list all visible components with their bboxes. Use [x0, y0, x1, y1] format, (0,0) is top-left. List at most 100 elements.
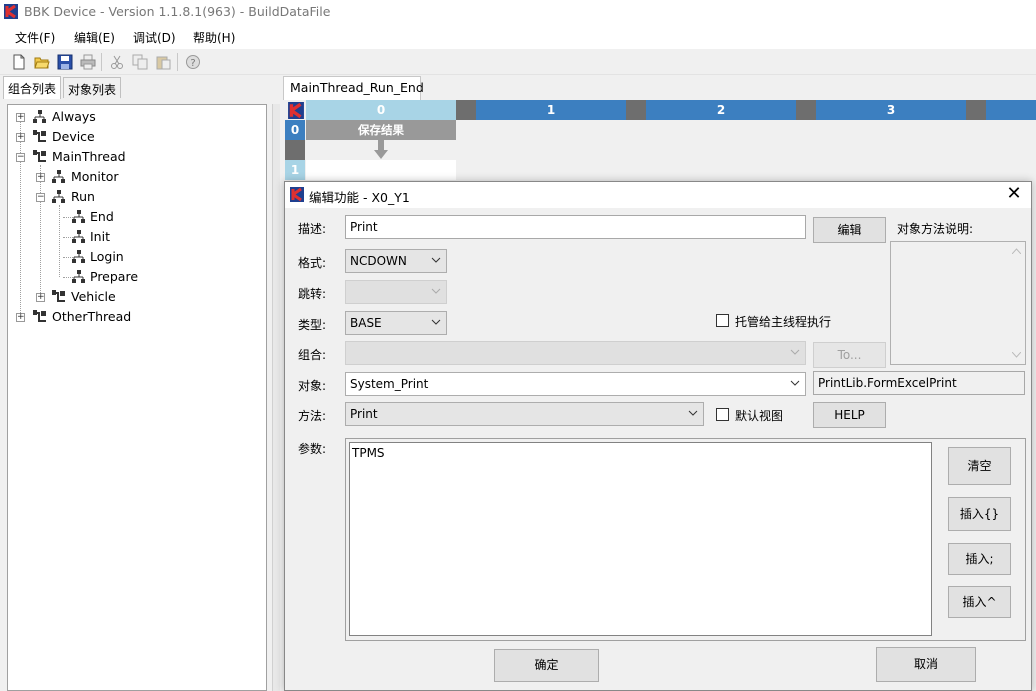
menu-file[interactable]: 文件(F) — [15, 29, 55, 46]
new-file-icon[interactable] — [11, 54, 27, 70]
dialog-logo-icon — [290, 187, 304, 202]
left-tab-strip: 组合列表 对象列表 — [0, 76, 280, 99]
expand-plus-icon[interactable]: + — [16, 313, 25, 322]
close-icon[interactable]: ✕ — [1003, 184, 1025, 206]
type-select[interactable]: BASE — [345, 311, 447, 335]
desc-field[interactable]: Print — [345, 215, 806, 239]
title-bar: BBK Device - Version 1.1.8.1(963) - Buil… — [0, 0, 1036, 24]
method-value: Print — [350, 407, 378, 421]
insert-caret-button[interactable]: 插入^ — [948, 586, 1011, 618]
params-textarea[interactable]: TPMS — [349, 442, 932, 636]
object-label: 对象: — [298, 379, 327, 393]
menu-edit[interactable]: 编辑(E) — [74, 29, 115, 46]
tree-label: Prepare — [90, 269, 139, 284]
toolbar: ? — [0, 49, 1036, 75]
method-select[interactable]: Print — [345, 402, 704, 426]
down-arrow-icon — [374, 140, 388, 159]
column-gap — [966, 100, 986, 120]
row-gap — [285, 140, 305, 160]
panel-splitter[interactable] — [272, 104, 280, 691]
group-node-icon — [72, 250, 85, 263]
jump-label: 跳转: — [298, 287, 327, 301]
tree-label: Vehicle — [71, 289, 116, 304]
row-header-1[interactable]: 1 — [285, 160, 305, 180]
delegate-label: 托管给主线程执行 — [735, 315, 832, 329]
expand-plus-icon[interactable]: + — [16, 113, 25, 122]
print-icon[interactable] — [80, 54, 96, 70]
tree-view[interactable]: + Always + Device − MainThread + Monitor… — [7, 104, 267, 691]
tree-label: OtherThread — [52, 309, 132, 324]
scroll-down-icon[interactable] — [1012, 352, 1021, 358]
method-desc-label: 对象方法说明: — [897, 222, 974, 236]
jump-select[interactable] — [345, 280, 447, 304]
column-header-0[interactable]: 0 — [306, 100, 456, 120]
insert-semicolon-button[interactable]: 插入; — [948, 543, 1011, 575]
to-button[interactable]: To... — [813, 342, 886, 368]
collapse-minus-icon[interactable]: − — [36, 193, 45, 202]
window-title: BBK Device - Version 1.1.8.1(963) - Buil… — [24, 4, 331, 19]
format-select[interactable]: NCDOWN — [345, 249, 447, 273]
tab-group-list[interactable]: 组合列表 — [3, 76, 62, 99]
object-lib-field[interactable]: PrintLib.FormExcelPrint — [813, 371, 1025, 395]
tree-label: End — [90, 209, 114, 224]
tab-mainthread-run-end[interactable]: MainThread_Run_End — [283, 76, 424, 100]
object-select[interactable]: System_Print — [345, 372, 806, 396]
help-icon[interactable]: ? — [185, 54, 201, 70]
scroll-up-icon[interactable] — [1012, 248, 1021, 254]
edit-button[interactable]: 编辑 — [813, 217, 886, 243]
tree-label: Always — [52, 109, 96, 124]
toolbar-separator — [177, 53, 178, 71]
delegate-checkbox[interactable] — [716, 314, 729, 327]
chevron-down-icon — [790, 349, 800, 355]
object-value: System_Print — [350, 377, 429, 391]
group-node-icon — [72, 210, 85, 223]
expand-plus-icon[interactable]: + — [16, 133, 25, 142]
column-header-1[interactable]: 1 — [476, 100, 626, 120]
method-label: 方法: — [298, 409, 327, 423]
chevron-down-icon — [431, 319, 441, 325]
tree-label: Login — [90, 249, 124, 264]
tree-label: MainThread — [52, 149, 126, 164]
column-header-3[interactable]: 3 — [816, 100, 966, 120]
collapse-minus-icon[interactable]: − — [16, 153, 25, 162]
type-value: BASE — [350, 316, 382, 330]
row-header-0[interactable]: 0 — [285, 120, 305, 140]
cell-0-1[interactable] — [306, 160, 456, 180]
tab-object-list[interactable]: 对象列表 — [63, 77, 122, 98]
toolbar-separator — [101, 53, 102, 71]
column-header-more — [986, 100, 1036, 120]
edit-function-dialog: 编辑功能 - X0_Y1 ✕ 描述: Print 编辑 对象方法说明: 格式: … — [284, 181, 1032, 691]
clear-button[interactable]: 清空 — [948, 447, 1011, 485]
method-desc-box[interactable] — [890, 241, 1026, 365]
default-view-label: 默认视图 — [735, 409, 784, 423]
expand-plus-icon[interactable]: + — [36, 293, 45, 302]
help-button[interactable]: HELP — [813, 402, 886, 428]
tree-connector — [40, 165, 41, 297]
save-icon[interactable] — [57, 54, 73, 70]
group-node-icon — [72, 270, 85, 283]
copy-icon[interactable] — [132, 54, 148, 70]
cancel-button[interactable]: 取消 — [876, 647, 976, 682]
thread-node-icon — [33, 130, 46, 142]
combo-label: 组合: — [298, 348, 327, 362]
insert-brace-button[interactable]: 插入{} — [948, 497, 1011, 531]
group-node-icon — [52, 170, 65, 183]
menu-debug[interactable]: 调试(D) — [133, 29, 176, 46]
cut-icon[interactable] — [109, 54, 125, 70]
menu-help[interactable]: 帮助(H) — [193, 29, 235, 46]
params-group: TPMS 清空 插入{} 插入; 插入^ — [345, 438, 1026, 641]
tree-connector — [20, 117, 21, 317]
chevron-down-icon — [431, 288, 441, 294]
group-node-icon — [72, 230, 85, 243]
tree-label: Run — [71, 189, 95, 204]
chevron-down-icon — [431, 257, 441, 263]
column-header-2[interactable]: 2 — [646, 100, 796, 120]
default-view-checkbox[interactable] — [716, 408, 729, 421]
ok-button[interactable]: 确定 — [494, 649, 599, 682]
expand-plus-icon[interactable]: + — [36, 173, 45, 182]
paste-icon[interactable] — [155, 54, 171, 70]
open-folder-icon[interactable] — [34, 54, 50, 70]
cell-0-0[interactable]: 保存结果 — [306, 120, 456, 140]
tree-label: Monitor — [71, 169, 119, 184]
combo-select[interactable] — [345, 341, 806, 365]
